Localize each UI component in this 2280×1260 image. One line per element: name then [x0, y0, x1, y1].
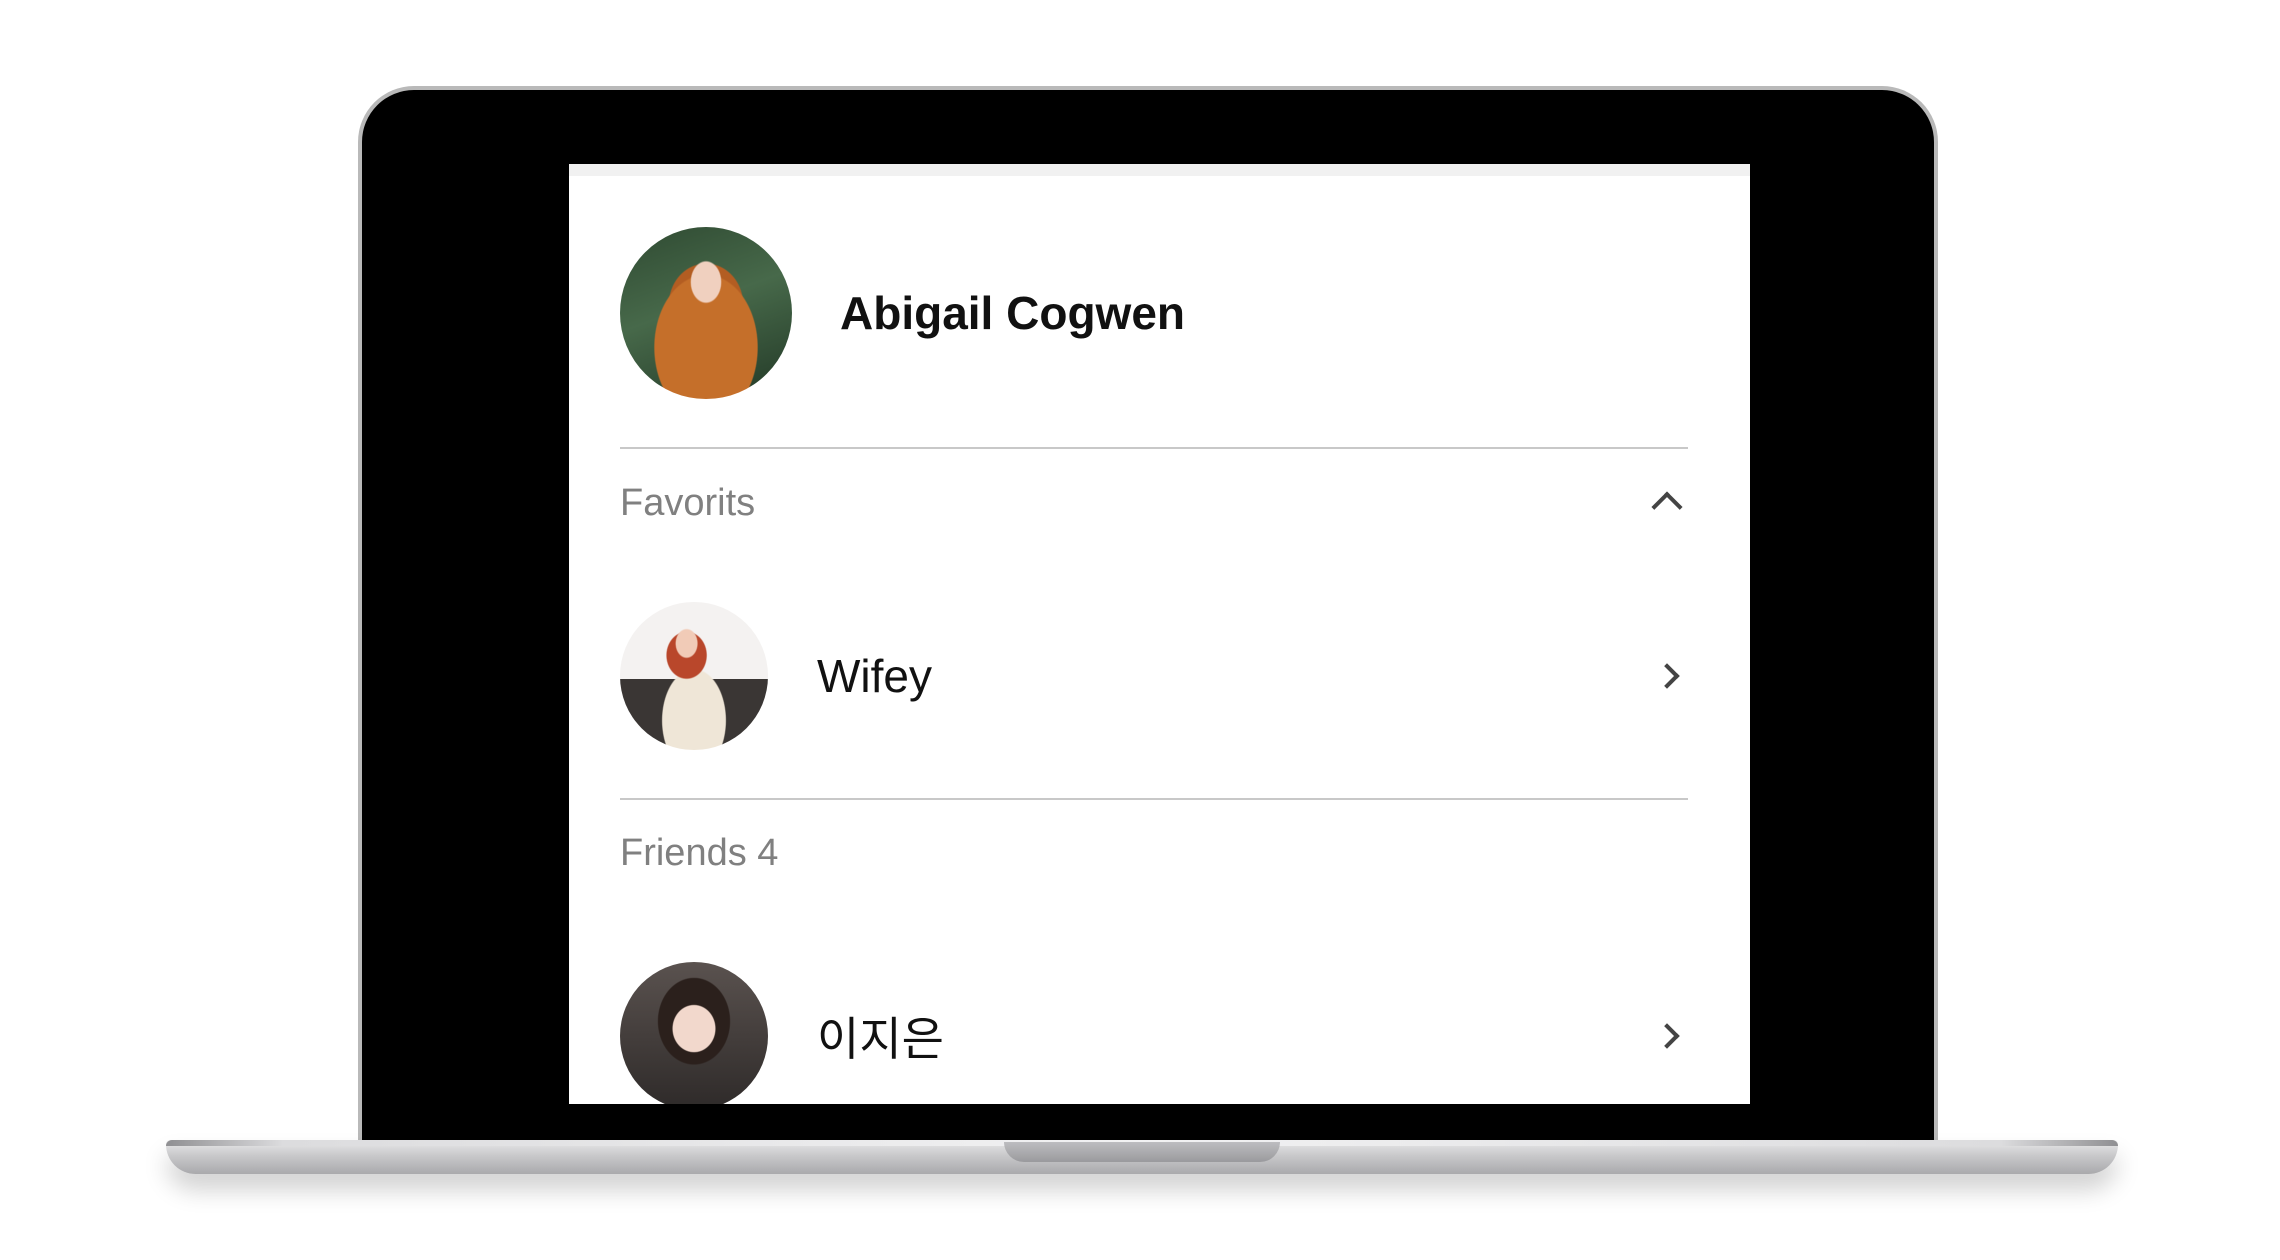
contact-name: Wifey [817, 650, 932, 702]
app-screen: Abigail Cogwen Favorits Wifey Friends 4 … [569, 164, 1750, 1104]
my-profile-row[interactable]: Abigail Cogwen [620, 227, 1185, 399]
chevron-up-icon[interactable] [1651, 490, 1683, 523]
chevron-right-icon [1654, 1023, 1680, 1049]
profile-avatar[interactable] [620, 227, 792, 399]
status-bar [569, 164, 1750, 176]
friends-section-header: Friends 4 [620, 832, 1688, 875]
favorites-section-header[interactable]: Favorits [620, 482, 1688, 525]
divider [620, 447, 1688, 449]
contact-name: 이지은 [817, 1013, 944, 1065]
contact-avatar [620, 962, 768, 1104]
profile-name: Abigail Cogwen [840, 287, 1185, 339]
laptop-mockup: Abigail Cogwen Favorits Wifey Friends 4 … [0, 0, 2280, 1260]
friends-title: Friends 4 [620, 832, 779, 874]
chevron-right-icon [1654, 663, 1680, 689]
contact-avatar [620, 602, 768, 750]
favorites-title: Favorits [620, 482, 756, 524]
list-item-jieun[interactable]: 이지은 [620, 962, 1688, 1104]
divider [620, 798, 1688, 800]
list-item-wifey[interactable]: Wifey [620, 602, 1688, 750]
laptop-notch [1004, 1142, 1280, 1162]
